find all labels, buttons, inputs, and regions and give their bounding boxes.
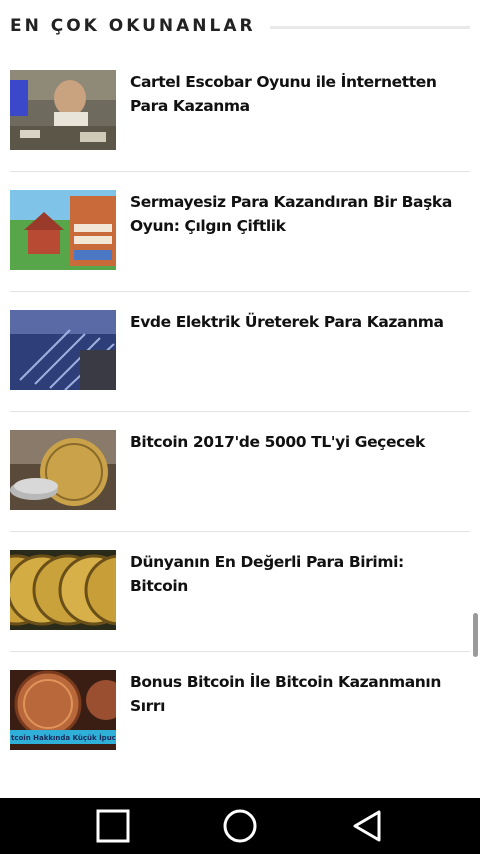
article-title[interactable]: Dünyanın En Değerli Para Birimi: Bitcoin: [130, 550, 464, 598]
scrollbar[interactable]: [473, 613, 478, 657]
section-divider: [269, 25, 470, 29]
back-button[interactable]: [348, 806, 388, 846]
article-item[interactable]: Dünyanın En Değerli Para Birimi: Bitcoin: [0, 532, 480, 652]
section-header: EN ÇOK OKUNANLAR: [10, 14, 470, 38]
article-thumbnail[interactable]: [10, 310, 116, 390]
home-button[interactable]: [220, 806, 260, 846]
circle-icon: [223, 809, 257, 843]
article-list: Cartel Escobar Oyunu ile İnternetten Par…: [0, 52, 480, 772]
square-icon: [96, 809, 130, 843]
article-thumbnail[interactable]: [10, 190, 116, 270]
article-item[interactable]: Bitcoin 2017'de 5000 TL'yi Geçecek: [0, 412, 480, 532]
article-thumbnail[interactable]: [10, 550, 116, 630]
article-item[interactable]: tcoin Hakkında Küçük İpuc Bonus Bitcoin …: [0, 652, 480, 772]
article-thumbnail[interactable]: [10, 430, 116, 510]
article-title[interactable]: Sermayesiz Para Kazandıran Bir Başka Oyu…: [130, 190, 464, 238]
article-thumbnail[interactable]: [10, 70, 116, 150]
article-title[interactable]: Bitcoin 2017'de 5000 TL'yi Geçecek: [130, 430, 464, 454]
article-item[interactable]: Evde Elektrik Üreterek Para Kazanma: [0, 292, 480, 412]
navigation-bar: [0, 798, 480, 854]
thumbnail-caption: tcoin Hakkında Küçük İpuc: [11, 733, 116, 742]
article-item[interactable]: Cartel Escobar Oyunu ile İnternetten Par…: [0, 52, 480, 172]
article-thumbnail[interactable]: tcoin Hakkında Küçük İpuc: [10, 670, 116, 750]
triangle-back-icon: [353, 810, 381, 842]
article-title[interactable]: Cartel Escobar Oyunu ile İnternetten Par…: [130, 70, 464, 118]
recents-button[interactable]: [93, 806, 133, 846]
section-title: EN ÇOK OKUNANLAR: [10, 16, 256, 36]
article-title[interactable]: Bonus Bitcoin İle Bitcoin Kazanmanın Sır…: [130, 670, 464, 718]
article-title[interactable]: Evde Elektrik Üreterek Para Kazanma: [130, 310, 464, 334]
article-item[interactable]: Sermayesiz Para Kazandıran Bir Başka Oyu…: [0, 172, 480, 292]
